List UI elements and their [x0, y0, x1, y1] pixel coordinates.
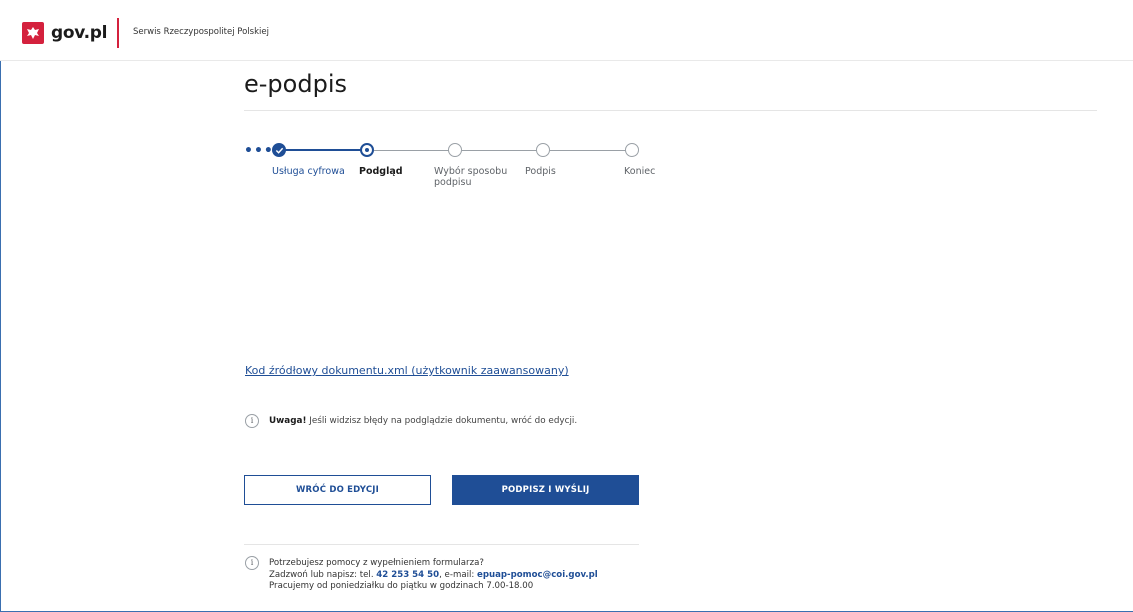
- site-header: gov.pl Serwis Rzeczypospolitej Polskiej: [0, 0, 1133, 61]
- step-label-koniec: Koniec: [624, 166, 656, 177]
- step-current-icon: [360, 143, 374, 157]
- eagle-emblem-icon: [22, 22, 44, 44]
- source-xml-link[interactable]: Kod źródłowy dokumentu.xml (użytkownik z…: [245, 364, 569, 377]
- step-pending-icon: [536, 143, 550, 157]
- warning-text: Jeśli widzisz błędy na podglądzie dokume…: [306, 416, 578, 426]
- service-name: Serwis Rzeczypospolitej Polskiej: [133, 27, 269, 37]
- info-icon: i: [245, 556, 259, 570]
- step-label-wybor: Wybór sposobu podpisu: [434, 166, 507, 188]
- step-label-podpis: Podpis: [525, 166, 556, 177]
- progress-stepper: ••• Usługa cyfrowa Podgląd Wybór sposobu…: [244, 140, 684, 200]
- sign-and-send-button[interactable]: PODPISZ I WYŚLIJ: [452, 475, 639, 505]
- help-email-link[interactable]: epuap-pomoc@coi.gov.pl: [477, 570, 598, 580]
- window-frame: [0, 0, 1133, 612]
- help-line-2: Zadzwoń lub napisz: tel. 42 253 54 50, e…: [269, 570, 598, 582]
- gov-logo[interactable]: gov.pl: [22, 22, 108, 44]
- step-done-check-icon: [272, 143, 286, 157]
- header-divider: [117, 18, 119, 48]
- page-title: e-podpis: [244, 70, 347, 98]
- title-divider: [244, 110, 1097, 111]
- help-phone-link[interactable]: 42 253 54 50: [376, 570, 439, 580]
- help-line-1: Potrzebujesz pomocy z wypełnieniem formu…: [269, 558, 484, 568]
- help-contact-mid: , e-mail:: [439, 569, 477, 580]
- info-icon: i: [245, 414, 259, 428]
- warning-message: Uwaga! Jeśli widzisz błędy na podglądzie…: [269, 416, 577, 426]
- step-label-wybor-line1: Wybór sposobu: [434, 166, 508, 177]
- warning-label: Uwaga!: [269, 416, 307, 426]
- step-label-wybor-line2: podpisu: [434, 177, 472, 188]
- step-connector: [462, 150, 537, 151]
- step-pending-icon: [625, 143, 639, 157]
- help-section: Potrzebujesz pomocy z wypełnieniem formu…: [269, 558, 598, 593]
- step-pending-icon: [448, 143, 462, 157]
- step-connector: [550, 150, 626, 151]
- step-connector: [280, 149, 368, 151]
- step-label-podglad: Podgląd: [359, 166, 403, 177]
- footer-divider: [244, 544, 639, 545]
- step-connector: [374, 150, 450, 151]
- help-contact-prefix: Zadzwoń lub napisz: tel.: [269, 569, 377, 580]
- more-steps-indicator: •••: [244, 143, 274, 159]
- logo-text: gov.pl: [51, 23, 108, 43]
- step-label-usluga: Usługa cyfrowa: [272, 166, 345, 177]
- back-to-edit-button[interactable]: WRÓĆ DO EDYCJI: [244, 475, 431, 505]
- help-line-3: Pracujemy od poniedziałku do piątku w go…: [269, 581, 534, 591]
